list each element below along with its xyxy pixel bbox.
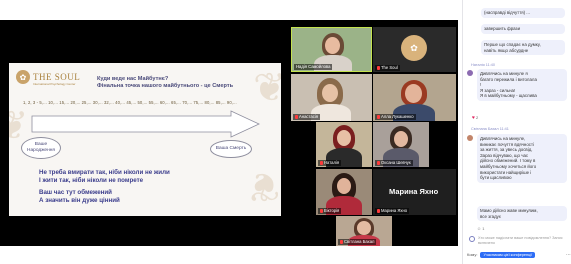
slide-body-conclusion: Ваш час тут обмежений А значить він дуже… bbox=[39, 189, 239, 204]
meeting-stage: ❦ ❦ ❦ ✿ THE SOUL International Psycholog… bbox=[0, 0, 462, 264]
participant-name: Надія Самойлова bbox=[294, 64, 333, 70]
avatar bbox=[467, 135, 473, 141]
participant-tile-viktoria[interactable]: Вікторія bbox=[316, 169, 372, 215]
slide-body-quote: Не треба вмирати так, ніби ніколи не жил… bbox=[39, 169, 239, 184]
participant-tile-alla[interactable]: Алла Лукашенко bbox=[373, 74, 456, 121]
chat-message: Дивлячись на минуле, виникає почуття вдя… bbox=[477, 134, 567, 183]
birth-oval: Ваше Народження bbox=[21, 137, 61, 159]
participant-tile-svitlana[interactable]: Світлана Бахал bbox=[336, 216, 392, 246]
mic-muted-icon bbox=[340, 240, 343, 244]
leaf-decoration: ❦ bbox=[247, 164, 281, 208]
recipient-label: Кому: bbox=[467, 252, 478, 257]
participant-tile-oksana[interactable]: Оксана Шевчук bbox=[373, 122, 429, 167]
mic-muted-icon bbox=[377, 66, 380, 70]
avatar bbox=[467, 70, 473, 76]
chat-message: Мамо дійсно жаве минулим, все згадує bbox=[477, 206, 567, 222]
participant-name: Анастасія bbox=[293, 114, 321, 120]
participant-name-large: Марина Яхно bbox=[389, 187, 439, 196]
participant-name: Вікторія bbox=[318, 208, 342, 214]
age-scale: 1, 2, 3 - 5,... 10,... 15,... 20,... 25,… bbox=[23, 100, 237, 105]
chat-footer: Кому: Учасникам цієї конференції ⋯ bbox=[467, 250, 571, 259]
heart-reaction[interactable]: ♥2 bbox=[472, 115, 478, 121]
more-icon[interactable]: ⋯ bbox=[566, 252, 571, 258]
logo-icon: ✿ bbox=[16, 70, 30, 84]
chat-panel: (насправді відчуття) ... завершить фрази… bbox=[462, 0, 571, 264]
message-author: Світлана Бахал 11:41 bbox=[471, 127, 509, 131]
mic-muted-icon bbox=[377, 115, 380, 119]
participant-tile-anastasia[interactable]: Анастасія bbox=[291, 74, 372, 121]
slide-title: Куди веде нас Майбутнє? Фінальна точка н… bbox=[97, 76, 267, 90]
emoji-icon[interactable] bbox=[469, 236, 475, 242]
participant-name: The Soul bbox=[375, 65, 400, 71]
participant-tile-nadia[interactable]: Надія Самойлова bbox=[291, 27, 372, 72]
timeline-arrow bbox=[31, 110, 260, 138]
logo-text: THE SOUL bbox=[33, 72, 81, 82]
participant-name: Марина Яхно bbox=[375, 208, 410, 214]
mic-muted-icon bbox=[295, 115, 298, 119]
message-author: Наталія 11:40 bbox=[471, 63, 495, 67]
mic-muted-icon bbox=[377, 161, 380, 165]
mic-muted-icon bbox=[320, 209, 323, 213]
death-oval: Ваша Смерть bbox=[210, 140, 252, 158]
slide-title-line: Куди веде нас Майбутнє? bbox=[97, 76, 169, 82]
slide-title-line: Фінальна точка нашого майбутнього - це С… bbox=[97, 83, 234, 89]
mic-muted-icon bbox=[320, 161, 323, 165]
recipient-select[interactable]: Учасникам цієї конференції bbox=[480, 251, 536, 258]
chat-message: (насправді відчуття) ... bbox=[481, 8, 565, 18]
participant-name: Світлана Бахал bbox=[338, 239, 377, 245]
chat-message: завершить фрази bbox=[481, 24, 565, 34]
logo-subtitle: International Psychology Center bbox=[33, 82, 76, 86]
reaction-counter[interactable]: ☺ 1 bbox=[477, 226, 484, 231]
participant-tile-thesoul[interactable]: ✿ The Soul bbox=[373, 27, 456, 72]
participant-tile-maryna[interactable]: Марина Яхно Марина Яхно bbox=[373, 169, 456, 215]
shared-slide: ❦ ❦ ❦ ✿ THE SOUL International Psycholog… bbox=[9, 63, 281, 216]
participant-name: Алла Лукашенко bbox=[375, 114, 416, 120]
slide-body-line: Ваш час тут обмежений bbox=[39, 189, 112, 196]
slide-body-line: Не треба вмирати так, ніби ніколи не жил… bbox=[39, 169, 170, 176]
participant-name: Оксана Шевчук bbox=[375, 160, 413, 166]
participant-tile-natalia[interactable]: Наталія bbox=[316, 122, 372, 167]
chat-message: Перше що спадає на думку, навіть якщо аб… bbox=[481, 40, 565, 56]
slide-body-line: А значить він дуже цінний bbox=[39, 196, 120, 204]
chat-input[interactable]: Хто може надіслати ваше повідомлення? За… bbox=[478, 236, 568, 245]
chat-input-area[interactable]: Хто може надіслати ваше повідомлення? За… bbox=[469, 236, 569, 246]
chat-message: Дивлячись на минуле я багато пережила і … bbox=[477, 69, 567, 101]
soul-logo-icon: ✿ bbox=[401, 35, 427, 61]
mic-muted-icon bbox=[377, 209, 380, 213]
participant-name: Наталія bbox=[318, 160, 342, 166]
slide-body-line: І жити так, ніби ніколи не помрете bbox=[39, 176, 144, 184]
